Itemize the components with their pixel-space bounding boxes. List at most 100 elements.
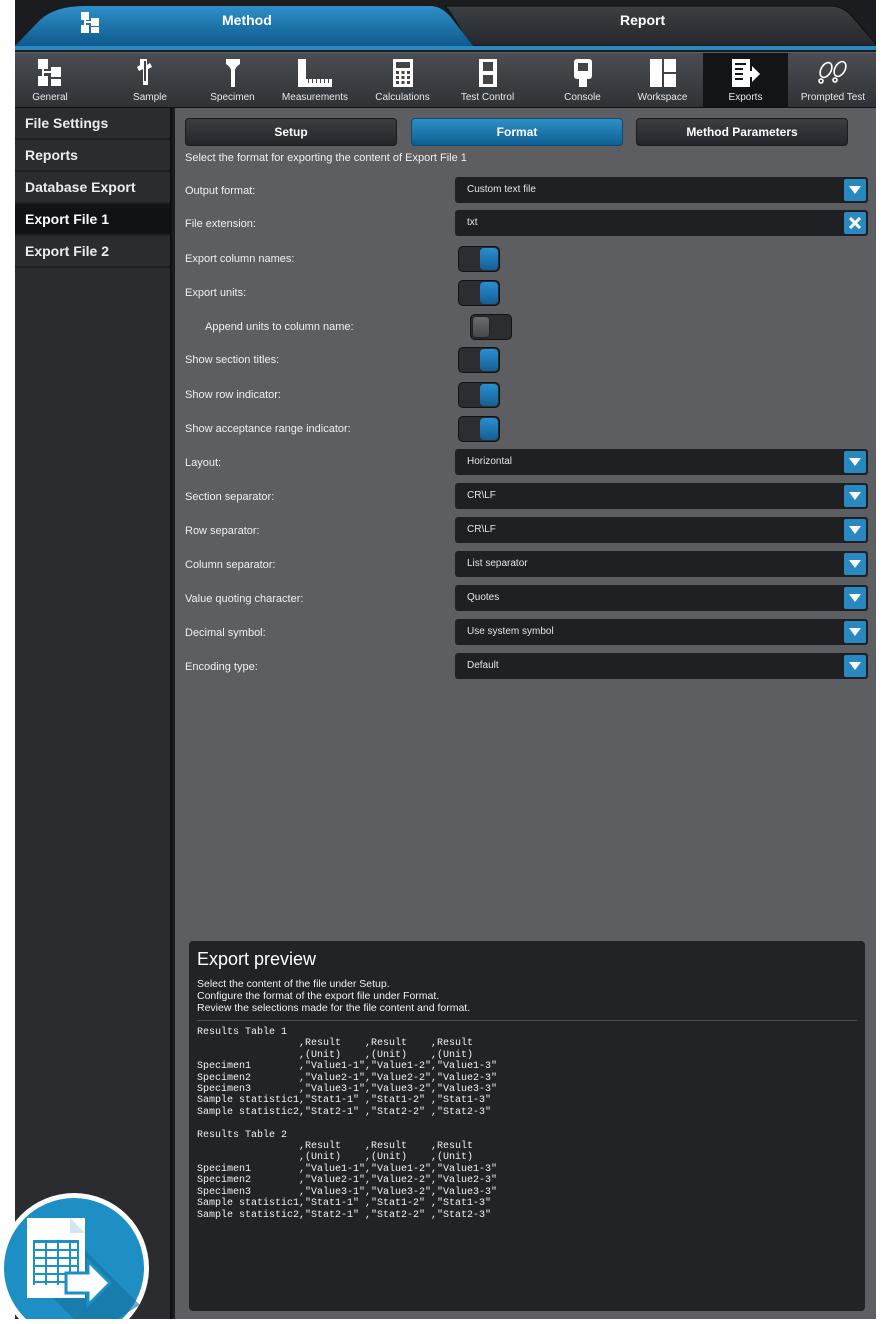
toolbar-workspace[interactable]: Workspace [625, 53, 700, 107]
column-separator-select[interactable]: List separator [455, 551, 868, 577]
app-window: Method Report General Sample Specimen Me… [15, 0, 876, 1319]
file-extension-input[interactable]: txt [455, 210, 868, 236]
show-acceptance-label: Show acceptance range indicator: [185, 423, 351, 435]
toolbar-specimen[interactable]: Specimen [200, 53, 265, 107]
export-units-label: Export units: [185, 287, 247, 299]
encoding-type-label: Encoding type: [185, 661, 258, 673]
toggle-knob [480, 384, 498, 406]
toggle-knob [480, 418, 498, 440]
show-section-titles-label: Show section titles: [185, 354, 280, 366]
show-row-indicator-label: Show row indicator: [185, 389, 281, 401]
sidebar-item-database-export[interactable]: Database Export [15, 172, 170, 204]
chevron-down-icon[interactable] [844, 451, 866, 473]
footsteps-icon [816, 59, 850, 90]
chevron-down-icon[interactable] [844, 587, 866, 609]
layout-select[interactable]: Horizontal [455, 449, 868, 475]
toolbar-general[interactable]: General [15, 53, 85, 107]
top-tab-shapes [15, 5, 876, 50]
show-acceptance-toggle[interactable] [458, 416, 500, 442]
output-format-label: Output format: [185, 185, 256, 197]
file-extension-value: txt [467, 217, 478, 228]
output-format-value: Custom text file [467, 184, 536, 195]
append-units-toggle[interactable] [470, 314, 512, 340]
append-units-label: Append units to column name: [205, 321, 354, 333]
chevron-down-icon[interactable] [844, 519, 866, 541]
decimal-symbol-label: Decimal symbol: [185, 627, 266, 639]
top-tab-bar: Method Report [15, 0, 876, 50]
show-row-indicator-toggle[interactable] [458, 382, 500, 408]
export-column-names-toggle[interactable] [458, 246, 500, 272]
export-table-icon [0, 1185, 150, 1324]
toolbar-label: General [32, 92, 68, 103]
export-preview-panel: Export preview Select the content of the… [189, 941, 865, 1311]
toggle-knob [472, 316, 490, 338]
toggle-knob [480, 349, 498, 371]
toolbar-label: Specimen [210, 92, 255, 103]
toolbar-test-control[interactable]: Test Control [455, 53, 520, 107]
export-column-names-label: Export column names: [185, 253, 295, 265]
exports-icon [731, 59, 760, 92]
output-format-select[interactable]: Custom text file [455, 177, 868, 203]
value-quoting-select[interactable]: Quotes [455, 585, 868, 611]
toggle-knob [480, 282, 498, 304]
tab-method[interactable]: Method [222, 12, 272, 28]
sidebar-item-file-settings[interactable]: File Settings [15, 108, 170, 140]
toolbar-label: Test Control [460, 92, 515, 103]
decimal-symbol-select[interactable]: Use system symbol [455, 619, 868, 645]
toolbar-calculations[interactable]: Calculations [370, 53, 435, 107]
value-quoting-value: Quotes [467, 592, 500, 603]
row-separator-select[interactable]: CR\LF [455, 517, 868, 543]
subtab-setup[interactable]: Setup [185, 118, 397, 146]
section-separator-value: CR\LF [467, 490, 496, 501]
section-separator-label: Section separator: [185, 491, 275, 503]
toolbar-prompted-test[interactable]: Prompted Test [790, 53, 876, 107]
file-extension-label: File extension: [185, 218, 256, 230]
test-control-icon [478, 59, 497, 92]
preview-instruction: Select the content of the file under Set… [197, 978, 390, 990]
row-separator-label: Row separator: [185, 525, 260, 537]
toolbar-label: Sample [133, 92, 167, 103]
console-icon [573, 59, 592, 92]
toolbar-console[interactable]: Console [550, 53, 615, 107]
sidebar-item-reports[interactable]: Reports [15, 140, 170, 172]
toolbar-exports[interactable]: Exports [703, 53, 788, 107]
general-icon [38, 59, 62, 92]
toggle-knob [480, 248, 498, 270]
format-description: Select the format for exporting the cont… [185, 152, 467, 164]
row-separator-value: CR\LF [467, 524, 496, 535]
sidebar-item-export-file-2[interactable]: Export File 2 [15, 236, 170, 268]
chevron-down-icon[interactable] [844, 655, 866, 677]
section-separator-select[interactable]: CR\LF [455, 483, 868, 509]
clear-icon[interactable] [844, 212, 866, 234]
column-separator-value: List separator [467, 558, 528, 569]
toolbar-label: Workspace [637, 92, 688, 103]
chevron-down-icon[interactable] [844, 621, 866, 643]
calculator-icon [392, 59, 413, 92]
workspace-icon [649, 59, 676, 92]
preview-instruction: Configure the format of the export file … [197, 990, 440, 1002]
toolbar-label: Calculations [375, 92, 430, 103]
show-section-titles-toggle[interactable] [458, 347, 500, 373]
tab-report[interactable]: Report [620, 12, 665, 28]
export-preview-title: Export preview [197, 949, 317, 969]
chevron-down-icon[interactable] [844, 179, 866, 201]
subtab-format[interactable]: Format [411, 118, 623, 146]
sidebar: File Settings Reports Database Export Ex… [15, 108, 172, 1319]
toolbar-measurements[interactable]: Measurements [275, 53, 355, 107]
toolbar-label: Console [564, 92, 601, 103]
sidebar-item-export-file-1[interactable]: Export File 1 [15, 204, 170, 236]
preview-instruction: Review the selections made for the file … [197, 1002, 471, 1014]
toolbar-label: Measurements [281, 92, 349, 103]
export-preview-content: Results Table 1 ,Result ,Result ,Result … [197, 1027, 498, 1221]
export-units-toggle[interactable] [458, 280, 500, 306]
layout-value: Horizontal [467, 456, 513, 467]
chevron-down-icon[interactable] [844, 553, 866, 575]
toolbar-sample[interactable]: Sample [85, 53, 185, 107]
toolbar-label: Exports [728, 92, 763, 103]
layout-label: Layout: [185, 457, 222, 469]
subtab-method-parameters[interactable]: Method Parameters [636, 118, 848, 146]
chevron-down-icon[interactable] [844, 485, 866, 507]
encoding-type-select[interactable]: Default [455, 653, 868, 679]
main-panel: Setup Format Method Parameters Select th… [175, 108, 876, 1319]
measurements-icon [298, 59, 332, 92]
